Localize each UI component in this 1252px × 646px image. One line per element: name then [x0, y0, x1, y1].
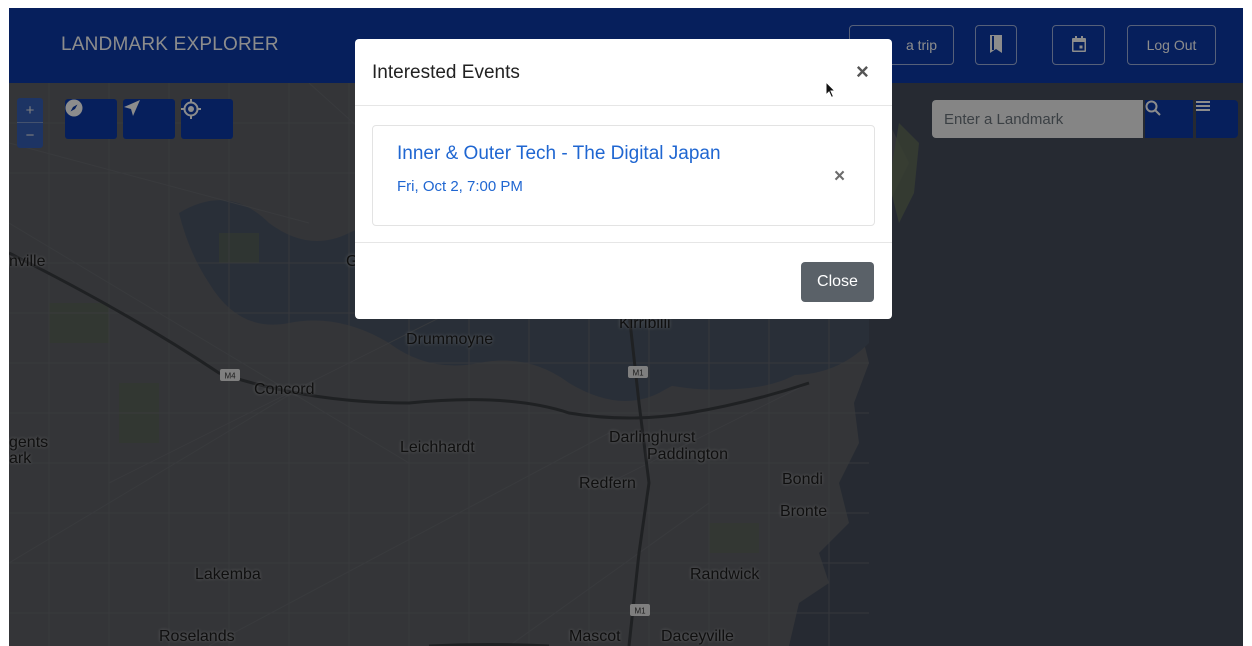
close-button[interactable]: Close [801, 262, 874, 302]
modal-footer: Close [355, 242, 892, 319]
modal-header: Interested Events × [355, 39, 892, 106]
event-title-link[interactable]: Inner & Outer Tech - The Digital Japan [397, 143, 721, 165]
modal-title: Interested Events [372, 62, 520, 83]
event-date: Fri, Oct 2, 7:00 PM [397, 178, 523, 195]
app-window: LANDMARK EXPLORER a trip Log Out M4 M1 M… [9, 8, 1243, 646]
remove-event-icon[interactable]: × [834, 166, 845, 188]
event-list-item: Inner & Outer Tech - The Digital Japan F… [372, 125, 875, 226]
interested-events-modal: Interested Events × Inner & Outer Tech -… [355, 39, 892, 319]
modal-close-icon[interactable]: × [856, 59, 869, 85]
mouse-pointer-icon [825, 80, 837, 104]
